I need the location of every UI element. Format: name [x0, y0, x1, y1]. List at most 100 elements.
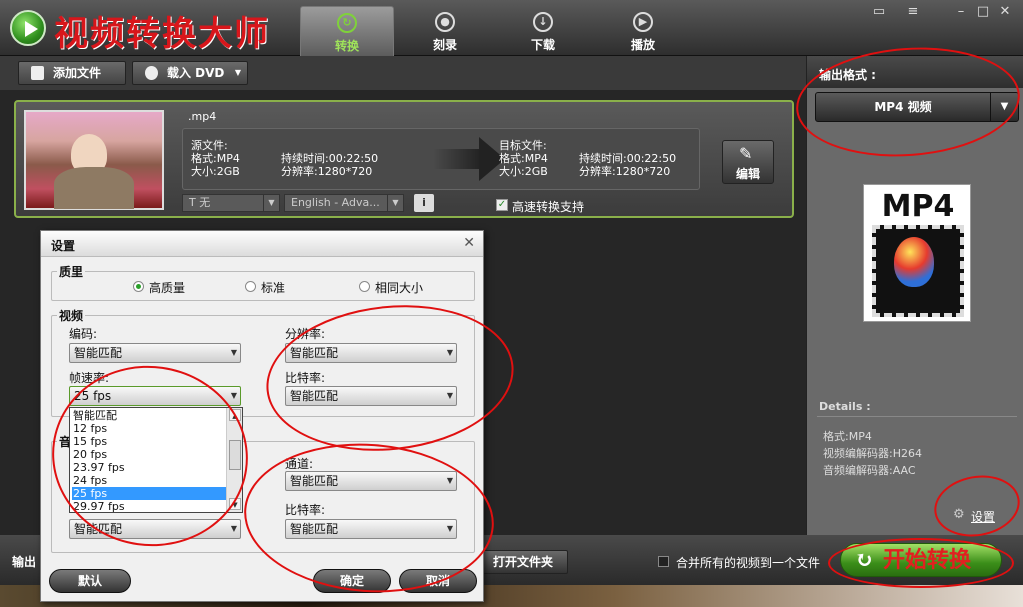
audio-track-select[interactable]: English - Adva... ▼ — [284, 194, 404, 212]
maximize-icon[interactable]: □ — [972, 2, 994, 22]
cancel-button[interactable]: 取消 — [399, 569, 477, 593]
scroll-down-icon[interactable]: ▼ — [229, 498, 241, 510]
tab-label: 播放 — [630, 38, 655, 52]
quality-high-label: 高质量 — [149, 281, 186, 295]
scrollbar[interactable]: ▲ ▼ — [226, 408, 242, 512]
target-duration: 持续时间:00:22:50 — [579, 152, 677, 165]
chevron-down-icon: ▼ — [230, 348, 237, 357]
high-speed-checkbox[interactable]: ✓ — [496, 199, 508, 211]
merge-checkbox[interactable] — [658, 556, 669, 567]
dialog-title-bar[interactable]: 设置 ✕ — [41, 231, 483, 257]
video-thumbnail — [24, 110, 164, 210]
audio-codec-select[interactable]: 智能匹配 ▼ — [69, 519, 241, 539]
tab-burn[interactable]: ● 刻录 — [398, 6, 492, 56]
channel-label: 通道: — [285, 457, 314, 471]
quality-same-size-radio[interactable] — [359, 281, 370, 292]
ok-button[interactable]: 确定 — [313, 569, 391, 593]
output-label: 输出 — [12, 555, 37, 569]
download-icon: ↓ — [533, 12, 553, 32]
target-size: 大小:2GB — [499, 165, 548, 178]
info-icon[interactable]: i — [414, 194, 434, 212]
chevron-down-icon: ▼ — [263, 195, 279, 211]
detail-format: 格式:MP4 — [823, 430, 872, 443]
dialog-title: 设置 — [51, 239, 76, 253]
list-item[interactable]: 12 fps — [72, 422, 226, 435]
quality-group-label: 质里 — [57, 263, 86, 280]
target-format: 格式:MP4 — [499, 152, 548, 165]
output-format-header: 输出格式 : — [807, 56, 1023, 88]
feedback-icon[interactable]: ▭ — [868, 2, 890, 22]
edit-label: 编辑 — [735, 167, 760, 181]
close-icon[interactable]: ✕ — [994, 2, 1016, 22]
format-select[interactable]: MP4 视频 ▼ — [815, 92, 1019, 122]
tab-convert[interactable]: ↻ 转换 — [300, 6, 394, 56]
codec-select[interactable]: 智能匹配 ▼ — [69, 343, 241, 363]
audio-bitrate-select[interactable]: 智能匹配 ▼ — [285, 519, 457, 539]
framerate-dropdown-list[interactable]: 智能匹配 12 fps 15 fps 20 fps 23.97 fps 24 f… — [69, 407, 243, 513]
add-file-label: 添加文件 — [53, 66, 102, 80]
video-bitrate-select[interactable]: 智能匹配 ▼ — [285, 386, 457, 406]
audio-bitrate-label: 比特率: — [285, 503, 326, 517]
video-group-label: 视频 — [57, 307, 86, 324]
divider — [817, 416, 1017, 417]
settings-dialog: 设置 ✕ 质里 高质量 标准 相同大小 视频 编码: 智能匹配 ▼ 分辨率: 智… — [40, 230, 484, 602]
source-size: 大小:2GB — [191, 165, 240, 178]
list-item[interactable]: 15 fps — [72, 435, 226, 448]
resolution-value: 智能匹配 — [290, 346, 339, 360]
output-format-title: 输出格式 : — [819, 68, 876, 82]
load-dvd-button[interactable]: 载入 DVD ▼ — [132, 61, 248, 85]
resolution-select[interactable]: 智能匹配 ▼ — [285, 343, 457, 363]
merge-label: 合并所有的视频到一个文件 — [676, 556, 821, 570]
format-badge: MP4 — [863, 184, 971, 322]
film-icon — [872, 225, 964, 317]
menu-icon[interactable]: ≡ — [902, 2, 924, 22]
high-speed-label: 高速转换支持 — [512, 200, 585, 214]
app-title: 视频转换大师 — [54, 14, 270, 54]
play-icon: ▶ — [633, 12, 653, 32]
chevron-down-icon: ▼ — [446, 524, 453, 533]
codec-label: 编码: — [69, 327, 98, 341]
scroll-up-icon[interactable]: ▲ — [229, 409, 241, 421]
chevron-down-icon: ▼ — [446, 476, 453, 485]
tab-download[interactable]: ↓ 下载 — [496, 6, 590, 56]
toolbar: 添加文件 载入 DVD ▼ — [0, 56, 806, 90]
subtitle-select[interactable]: T 无 ▼ — [182, 194, 280, 212]
list-item[interactable]: 23.97 fps — [72, 461, 226, 474]
detail-audio-codec: 音频编解码器:AAC — [823, 464, 916, 477]
add-file-button[interactable]: 添加文件 — [18, 61, 126, 85]
refresh-icon: ↻ — [337, 13, 357, 33]
list-item[interactable]: 20 fps — [72, 448, 226, 461]
framerate-select[interactable]: 25 fps ▼ — [69, 386, 241, 406]
app-logo-icon — [10, 10, 46, 46]
list-item-selected[interactable]: 25 fps — [72, 487, 226, 500]
default-button[interactable]: 默认 — [49, 569, 131, 593]
add-file-icon — [31, 66, 44, 80]
quality-standard-radio[interactable] — [245, 281, 256, 292]
channel-select[interactable]: 智能匹配 ▼ — [285, 471, 457, 491]
source-label: 源文件: — [191, 139, 228, 152]
tab-label: 转换 — [334, 39, 359, 53]
minimize-icon[interactable]: – — [950, 2, 972, 22]
settings-link[interactable]: 设置 — [953, 507, 995, 525]
list-item[interactable]: 24 fps — [72, 474, 226, 487]
list-item[interactable]: 29.97 fps — [72, 500, 226, 512]
edit-button[interactable]: 编辑 — [722, 140, 774, 184]
open-folder-button[interactable]: 打开文件夹 — [478, 550, 568, 574]
scroll-thumb[interactable] — [229, 440, 241, 470]
start-convert-button[interactable]: 开始转换 — [840, 543, 1002, 577]
dvd-icon — [145, 66, 158, 80]
output-format-panel: 输出格式 : MP4 视频 ▼ MP4 Details : 格式:MP4 视频编… — [806, 56, 1023, 535]
chevron-down-icon: ▼ — [446, 391, 453, 400]
framerate-label: 帧速率: — [69, 371, 110, 385]
quality-high-radio[interactable] — [133, 281, 144, 292]
close-icon[interactable]: ✕ — [463, 235, 475, 251]
chevron-down-icon: ▼ — [230, 391, 237, 400]
file-item[interactable]: .mp4 源文件: 格式:MP4 大小:2GB 持续时间:00:22:50 分辨… — [14, 100, 794, 218]
framerate-value: 25 fps — [74, 389, 112, 403]
chevron-down-icon: ▼ — [387, 195, 403, 211]
source-format: 格式:MP4 — [191, 152, 240, 165]
tab-play[interactable]: ▶ 播放 — [596, 6, 690, 56]
quality-same-size-label: 相同大小 — [375, 281, 424, 295]
list-item[interactable]: 智能匹配 — [72, 409, 226, 422]
file-info-panel: 源文件: 格式:MP4 大小:2GB 持续时间:00:22:50 分辨率:128… — [182, 128, 700, 190]
